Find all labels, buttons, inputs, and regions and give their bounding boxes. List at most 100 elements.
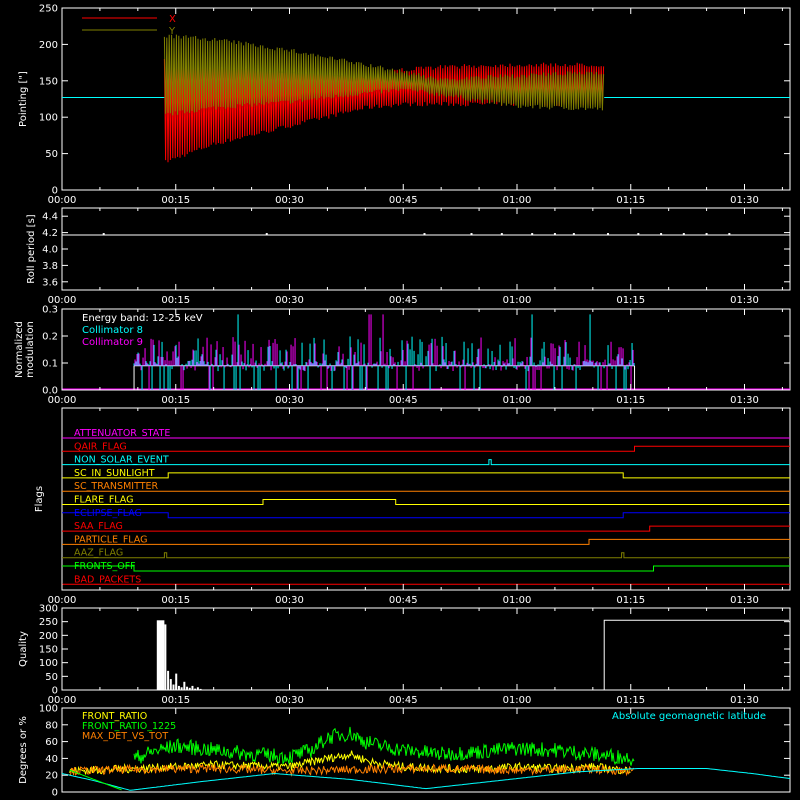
flag-label-eclipse_flag: ECLIPSE_FLAG bbox=[74, 508, 142, 519]
roll-point bbox=[682, 233, 685, 236]
quality-x-tick-label: 01:15 bbox=[616, 695, 645, 706]
quality-x-tick-label: 01:00 bbox=[503, 695, 532, 706]
modulation-y-tick-label: 0.0 bbox=[42, 386, 58, 397]
quality-burst bbox=[188, 687, 191, 690]
flags-x-tick-label: 01:30 bbox=[730, 595, 759, 606]
modulation-x-tick-label: 01:00 bbox=[503, 395, 532, 406]
roll-x-tick-label: 01:30 bbox=[730, 295, 759, 306]
modulation-x-tick-label: 00:15 bbox=[161, 395, 190, 406]
roll-x-tick-label: 00:30 bbox=[275, 295, 304, 306]
quality-burst bbox=[164, 624, 167, 690]
quality-burst bbox=[199, 688, 202, 690]
roll-point bbox=[423, 233, 426, 236]
front-y-tick-label: 60 bbox=[45, 737, 58, 748]
pointing-y-tick-label: 250 bbox=[39, 4, 58, 15]
modulation-x-tick-label: 01:30 bbox=[730, 395, 759, 406]
modulation-annotation: Energy band: 12-25 keV bbox=[82, 313, 203, 324]
modulation-legend-c8: Collimator 8 bbox=[82, 325, 143, 336]
roll-point bbox=[553, 233, 556, 236]
pointing-y-tick-label: 0 bbox=[52, 186, 58, 197]
quality-burst bbox=[194, 688, 197, 690]
front-annotation: Absolute geomagnetic latitude bbox=[612, 711, 766, 722]
flag-label-attenuator_state: ATTENUATOR_STATE bbox=[74, 428, 170, 439]
flags-x-tick-label: 01:00 bbox=[503, 595, 532, 606]
quality-x-tick-label: 01:30 bbox=[730, 695, 759, 706]
front-y-tick-label: 80 bbox=[45, 720, 58, 731]
flags-x-tick-label: 01:15 bbox=[616, 595, 645, 606]
roll-x-tick-label: 00:45 bbox=[389, 295, 418, 306]
quality-y-tick-label: 250 bbox=[39, 617, 58, 628]
quality-burst bbox=[186, 686, 189, 690]
pointing-y-tick-label: 50 bbox=[45, 149, 58, 160]
quality-burst bbox=[183, 681, 186, 690]
roll-point bbox=[705, 233, 708, 236]
roll-point bbox=[607, 233, 609, 236]
flags-x-tick-label: 00:15 bbox=[161, 595, 190, 606]
quality-x-tick-label: 00:45 bbox=[389, 695, 418, 706]
pointing-x-tick-label: 00:00 bbox=[48, 195, 77, 206]
pointing-x-tick-label: 00:45 bbox=[389, 195, 418, 206]
quality-y-label: Quality bbox=[18, 631, 29, 667]
quality-block bbox=[156, 620, 165, 690]
flags-y-label: Flags bbox=[34, 486, 45, 512]
roll-x-tick-label: 00:15 bbox=[161, 295, 190, 306]
quality-burst bbox=[191, 685, 194, 690]
quality-burst bbox=[172, 684, 175, 690]
flag-label-sc_transmitter: SC_TRANSMITTER bbox=[74, 481, 159, 492]
quality-y-tick-label: 0 bbox=[52, 686, 58, 697]
flag-label-non_solar_event: NON_SOLAR_EVENT bbox=[74, 455, 169, 466]
modulation-y-tick-label: 0.2 bbox=[42, 332, 58, 343]
roll-point bbox=[102, 233, 105, 236]
modulation-x-tick-label: 00:45 bbox=[389, 395, 418, 406]
flag-label-particle_flag: PARTICLE_FLAG bbox=[74, 534, 147, 545]
pointing-x-tick-label: 00:15 bbox=[161, 195, 190, 206]
roll-point bbox=[637, 233, 640, 236]
flag-label-qair_flag: QAIR_FLAG bbox=[74, 441, 127, 452]
flag-label-aaz_flag: AAZ_FLAG bbox=[74, 548, 123, 559]
pointing-x-tick-label: 01:00 bbox=[503, 195, 532, 206]
quality-y-tick-label: 50 bbox=[45, 672, 58, 683]
roll-y-tick-label: 4.0 bbox=[42, 245, 58, 256]
roll-y-tick-label: 3.6 bbox=[42, 277, 58, 288]
roll-x-tick-label: 01:15 bbox=[616, 295, 645, 306]
roll-point bbox=[531, 233, 534, 236]
modulation-y-tick-label: 0.3 bbox=[42, 305, 58, 316]
quality-burst bbox=[180, 687, 183, 690]
front-y-tick-label: 20 bbox=[45, 771, 58, 782]
roll-y-tick-label: 3.8 bbox=[42, 261, 58, 272]
flag-label-fronts_off: FRONTS_OFF bbox=[74, 561, 136, 572]
summary-plot: 00:00 00:15 00:30 00:45 01:00 01:15 01:30 0 50 10… bbox=[0, 0, 800, 800]
quality-y-tick-label: 100 bbox=[39, 658, 58, 669]
pointing-x-tick-label: 01:15 bbox=[616, 195, 645, 206]
pointing-x-tick-label: 00:30 bbox=[275, 195, 304, 206]
pointing-y-tick-label: 150 bbox=[39, 76, 58, 87]
roll-y-label: Roll period [s] bbox=[26, 214, 37, 283]
quality-x-tick-label: 00:30 bbox=[275, 695, 304, 706]
pointing-y-tick-label: 200 bbox=[39, 40, 58, 51]
roll-point bbox=[470, 233, 473, 236]
roll-point bbox=[265, 233, 268, 236]
modulation-x-tick-label: 00:00 bbox=[48, 395, 77, 406]
flag-label-flare_flag: FLARE_FLAG bbox=[74, 495, 134, 506]
flags-x-tick-label: 00:45 bbox=[389, 595, 418, 606]
front-y-tick-label: 0 bbox=[52, 788, 58, 799]
quality-burst bbox=[167, 670, 170, 690]
quality-burst bbox=[196, 687, 199, 690]
roll-point bbox=[660, 233, 663, 236]
quality-y-tick-label: 150 bbox=[39, 645, 58, 656]
modulation-x-tick-label: 01:15 bbox=[616, 395, 645, 406]
pointing-x-tick-label: 01:30 bbox=[730, 195, 759, 206]
modulation-y-label-2: modulation bbox=[25, 321, 36, 378]
roll-y-tick-label: 4.4 bbox=[42, 212, 58, 223]
front-legend-max_det_vs_tot: MAX_DET_VS_TOT bbox=[82, 731, 168, 742]
pointing-y-tick-label: 100 bbox=[39, 113, 58, 124]
roll-point bbox=[500, 233, 503, 236]
quality-burst bbox=[177, 685, 180, 690]
pointing-y-label: Pointing ["] bbox=[18, 71, 29, 127]
quality-y-tick-label: 300 bbox=[39, 604, 58, 615]
quality-burst bbox=[169, 679, 172, 690]
roll-y-tick-label: 4.2 bbox=[42, 228, 58, 239]
legend-label-x: X bbox=[169, 14, 176, 25]
quality-x-tick-label: 00:15 bbox=[161, 695, 190, 706]
modulation-y-tick-label: 0.1 bbox=[42, 359, 58, 370]
